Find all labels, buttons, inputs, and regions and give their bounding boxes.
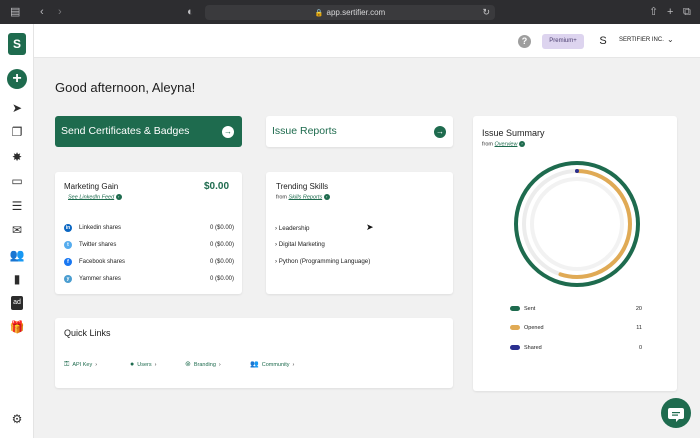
greeting: Good afternoon, Aleyna! bbox=[55, 80, 196, 95]
info-icon: › bbox=[115, 194, 122, 200]
legend-swatch bbox=[510, 325, 520, 330]
org-name[interactable]: SERTIFIER INC. bbox=[619, 37, 664, 43]
skill-item[interactable]: › Python (Programming Language) bbox=[275, 257, 370, 266]
shared-ring-track bbox=[530, 177, 624, 271]
share-row: in Linkedin shares 0 ($0.00) bbox=[64, 224, 234, 232]
documents-icon[interactable]: ❐ bbox=[9, 125, 25, 139]
chevron-down-icon[interactable]: ⌄ bbox=[667, 35, 674, 44]
arrow-right-icon: → bbox=[222, 125, 234, 138]
branding-icon: ⊚ bbox=[185, 361, 191, 368]
org-avatar[interactable]: S bbox=[596, 33, 610, 49]
help-icon[interactable]: ? bbox=[518, 35, 531, 48]
quick-link-community[interactable]: 👥 Community › bbox=[250, 360, 294, 369]
chat-button[interactable] bbox=[661, 398, 691, 428]
forward-icon[interactable]: › bbox=[58, 6, 62, 18]
sent-ring bbox=[514, 161, 640, 287]
info-icon: › bbox=[518, 141, 525, 147]
quick-link-api-key[interactable]: ⚿ API Key › bbox=[64, 360, 97, 369]
lock-icon: 🔒 bbox=[314, 10, 324, 17]
legend-shared: Shared 0 bbox=[510, 344, 642, 352]
issue-summary-chart bbox=[514, 161, 640, 287]
users-icon[interactable]: 👥 bbox=[9, 248, 25, 262]
facebook-icon: f bbox=[64, 258, 72, 266]
overview-link[interactable]: from Overview › bbox=[482, 141, 525, 147]
marketing-gain-value: $0.00 bbox=[204, 181, 230, 192]
new-tab-icon[interactable]: + bbox=[667, 6, 673, 18]
arrow-right-icon: → bbox=[434, 125, 446, 138]
gift-icon[interactable]: 🎁 bbox=[9, 320, 25, 334]
send-certificates-button[interactable]: Send Certificates & Badges → bbox=[55, 116, 242, 147]
info-icon: › bbox=[323, 194, 330, 200]
skill-item[interactable]: › Leadership bbox=[275, 224, 309, 233]
mouse-cursor: ➤ bbox=[366, 222, 374, 232]
analytics-icon[interactable]: ▮ bbox=[9, 272, 25, 286]
chat-icon bbox=[668, 408, 684, 422]
quick-links-card bbox=[55, 318, 453, 388]
issue-summary-title: Issue Summary bbox=[482, 128, 545, 138]
page: S + ➤ ❐ ✸ ▭ ☰ ✉ 👥 ▮ ad 🎁 ⚙ ? Premium+ S … bbox=[0, 24, 700, 438]
url-text: app.sertifier.com bbox=[326, 8, 386, 17]
key-icon: ⚿ bbox=[64, 361, 70, 368]
integration-icon[interactable]: ad bbox=[11, 296, 23, 310]
logo[interactable]: S bbox=[8, 33, 26, 55]
skills-reports-link[interactable]: from Skills Reports › bbox=[276, 194, 330, 200]
linkedin-feed-link[interactable]: See LinkedIn Feed › bbox=[68, 194, 122, 200]
shared-ring bbox=[575, 169, 579, 173]
list-icon[interactable]: ☰ bbox=[9, 199, 25, 213]
share-row: y Yammer shares 0 ($0.00) bbox=[64, 274, 234, 284]
top-bar: ? Premium+ S SERTIFIER INC. ⌄ bbox=[34, 24, 700, 58]
mail-icon[interactable]: ✉ bbox=[9, 223, 25, 237]
address-bar[interactable]: 🔒 app.sertifier.com ↻ bbox=[205, 5, 495, 20]
twitter-icon: t bbox=[64, 241, 72, 249]
sidebar-toggle-icon[interactable]: ▤ bbox=[10, 6, 20, 18]
issue-reports-label: Issue Reports bbox=[272, 125, 337, 137]
legend-sent: Sent 20 bbox=[510, 305, 642, 313]
community-icon: 👥 bbox=[250, 361, 259, 368]
linkedin-icon: in bbox=[64, 224, 72, 232]
badge-icon[interactable]: ✸ bbox=[9, 150, 25, 164]
skill-item[interactable]: › Digital Marketing bbox=[275, 240, 325, 249]
reload-icon[interactable]: ↻ bbox=[482, 5, 490, 20]
user-icon: ● bbox=[130, 361, 135, 368]
back-icon[interactable]: ‹ bbox=[40, 6, 44, 18]
add-button[interactable]: + bbox=[7, 69, 27, 89]
premium-badge[interactable]: Premium+ bbox=[542, 34, 584, 49]
share-icon[interactable]: ⇧ bbox=[649, 6, 658, 18]
send-icon[interactable]: ➤ bbox=[9, 101, 25, 115]
legend-swatch bbox=[510, 306, 520, 311]
quick-link-users[interactable]: ● Users › bbox=[130, 360, 156, 369]
privacy-shield-icon[interactable]: ◐ bbox=[187, 6, 194, 18]
certificate-icon[interactable]: ▭ bbox=[9, 174, 25, 188]
send-certificates-label: Send Certificates & Badges bbox=[61, 125, 190, 137]
tab-overview-icon[interactable]: ⧉ bbox=[683, 6, 691, 18]
legend-opened: Opened 11 bbox=[510, 324, 642, 332]
browser-toolbar: ▤ ‹ › ◐ 🔒 app.sertifier.com ↻ ⇧ + ⧉ bbox=[0, 0, 700, 24]
share-row: f Facebook shares 0 ($0.00) bbox=[64, 257, 234, 267]
marketing-gain-title: Marketing Gain bbox=[64, 182, 119, 191]
legend-swatch bbox=[510, 345, 520, 350]
quick-link-branding[interactable]: ⊚ Branding › bbox=[185, 360, 221, 369]
share-row: t Twitter shares 0 ($0.00) bbox=[64, 240, 234, 250]
yammer-icon: y bbox=[64, 275, 72, 283]
issue-reports-button[interactable]: Issue Reports → bbox=[266, 116, 453, 147]
settings-icon[interactable]: ⚙ bbox=[9, 412, 25, 426]
quick-links-title: Quick Links bbox=[64, 328, 111, 338]
sidebar: S + ➤ ❐ ✸ ▭ ☰ ✉ 👥 ▮ ad 🎁 ⚙ bbox=[0, 24, 34, 438]
trending-skills-title: Trending Skills bbox=[276, 182, 329, 191]
